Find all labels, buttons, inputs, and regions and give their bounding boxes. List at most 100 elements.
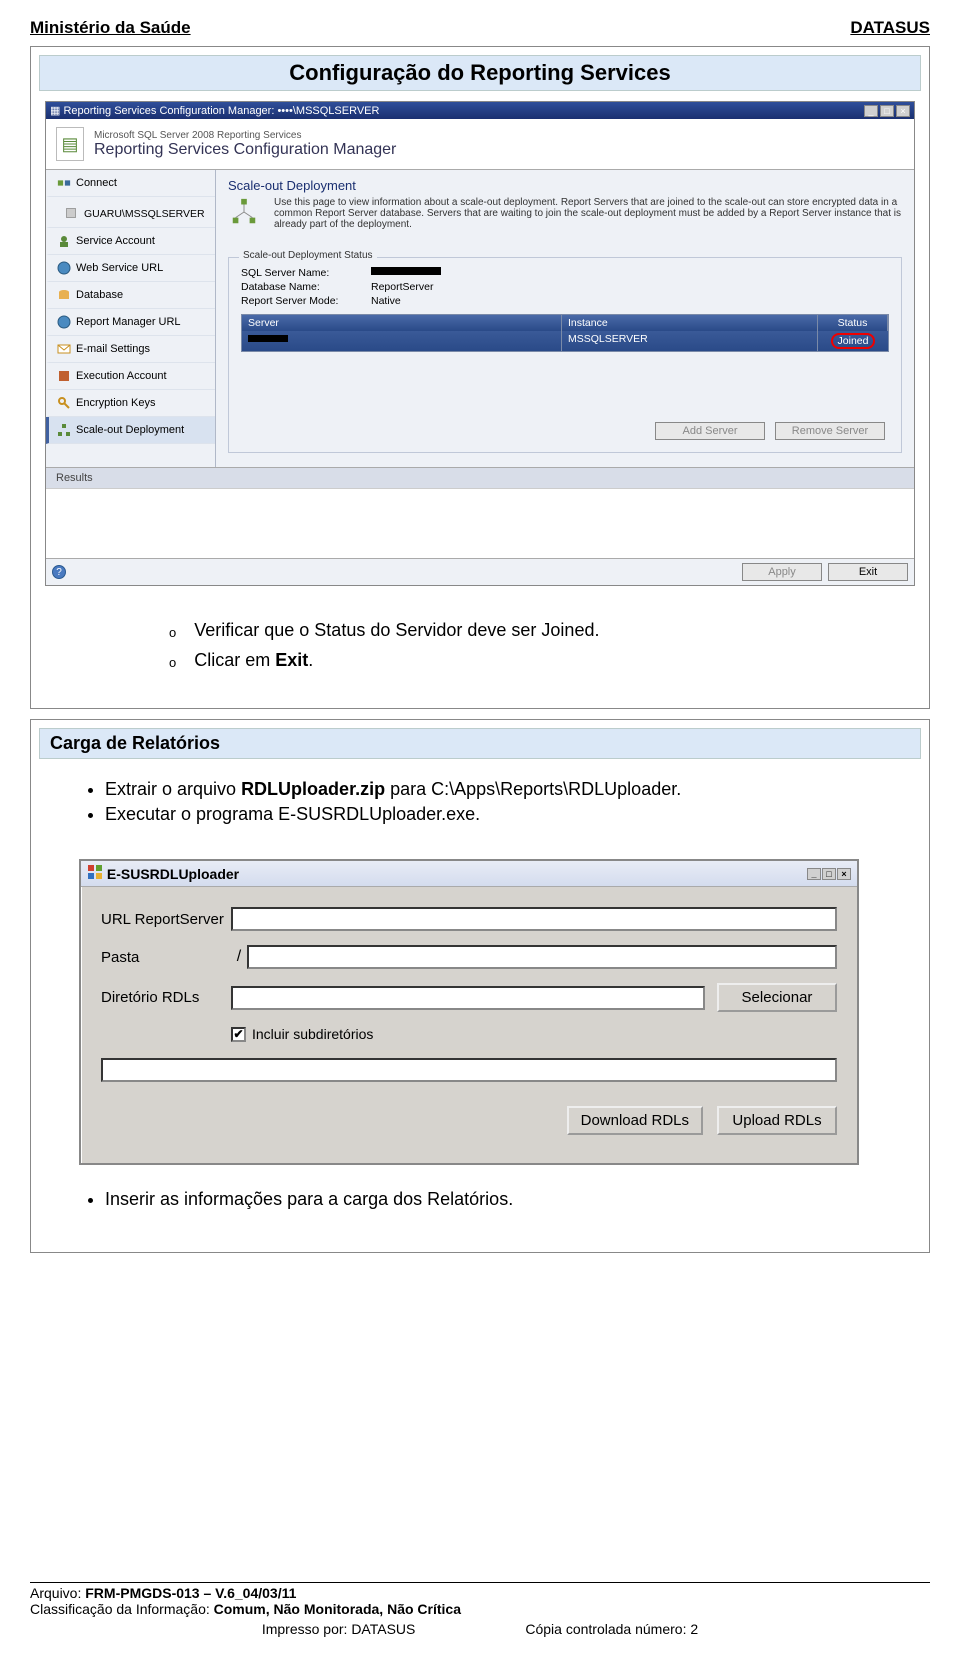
sidebar-instance-label: GUARU\MSSQLSERVER xyxy=(84,208,205,220)
sidebar-item-execution-account[interactable]: Execution Account xyxy=(46,363,215,390)
content-frame-2: Carga de Relatórios Extrair o arquivo RD… xyxy=(30,719,930,1253)
bullet-icon: o xyxy=(169,620,176,646)
apply-button[interactable]: Apply xyxy=(742,563,822,581)
td-server-redacted xyxy=(248,335,288,342)
page-footer: Arquivo: FRM-PMGDS-013 – V.6_04/03/11 Cl… xyxy=(30,1582,930,1637)
uploader-title: E-SUSRDLUploader xyxy=(107,866,239,882)
rs-main-desc: Use this page to view information about … xyxy=(268,197,902,241)
instr2b: Executar o programa E-SUSRDLUploader.exe… xyxy=(105,804,901,825)
sidebar-connect-label: Connect xyxy=(76,177,117,189)
rs-window-title: Reporting Services Configuration Manager… xyxy=(63,105,379,117)
sidebar-item-service-account[interactable]: Service Account xyxy=(46,228,215,255)
status-v2: ReportServer xyxy=(371,281,433,293)
sidebar-item-web-service-url[interactable]: Web Service URL xyxy=(46,255,215,282)
rs-main-title: Scale-out Deployment xyxy=(228,178,902,193)
nav-label-3: Report Manager URL xyxy=(76,316,181,328)
content-frame-1: Configuração do Reporting Services ▦ Rep… xyxy=(30,46,930,709)
sidebar-item-email-settings[interactable]: E-mail Settings xyxy=(46,336,215,363)
nav-label-2: Database xyxy=(76,289,123,301)
rs-results-header: Results xyxy=(46,467,914,488)
table-row[interactable]: MSSQLSERVER Joined xyxy=(242,331,888,351)
nav-label-1: Web Service URL xyxy=(76,262,163,274)
instr3: Inserir as informações para a carga dos … xyxy=(105,1189,901,1210)
tree-icon xyxy=(57,423,71,437)
rs-servers-table: Server Instance Status MSSQLSERVER Joine… xyxy=(241,314,889,352)
td-instance: MSSQLSERVER xyxy=(562,331,818,351)
uploader-window: E-SUSRDLUploader _ □ × URL ReportServer … xyxy=(79,859,859,1165)
uploader-minimize-button[interactable]: _ xyxy=(807,868,821,880)
user-icon xyxy=(57,234,71,248)
rs-sidebar: Connect GUARU\MSSQLSERVER Service Accoun… xyxy=(46,170,216,467)
add-server-button[interactable]: Add Server xyxy=(655,422,765,440)
minimize-button[interactable]: _ xyxy=(864,105,878,117)
bullet-icon: o xyxy=(169,650,176,676)
header-right: DATASUS xyxy=(850,18,930,38)
upload-rdls-button[interactable]: Upload RDLs xyxy=(717,1106,837,1135)
nav-label-0: Service Account xyxy=(76,235,155,247)
footer-printed-by: Impresso por: DATASUS xyxy=(262,1621,416,1637)
help-icon[interactable]: ? xyxy=(52,565,66,579)
connect-icon xyxy=(57,176,71,190)
dir-input[interactable] xyxy=(231,986,705,1010)
account-icon xyxy=(57,369,71,383)
rs-header-sub2: Reporting Services Configuration Manager xyxy=(94,141,396,159)
th-status: Status xyxy=(818,315,888,331)
scaleout-graphic-icon xyxy=(228,197,260,227)
pasta-input[interactable] xyxy=(247,945,837,969)
status-k3: Report Server Mode: xyxy=(241,295,371,307)
key-icon xyxy=(57,396,71,410)
instr2a: Extrair o arquivo RDLUploader.zip para C… xyxy=(105,779,901,800)
rs-header-icon: ▤ xyxy=(56,127,84,161)
progress-bar xyxy=(101,1058,837,1082)
header-left: Ministério da Saúde xyxy=(30,18,191,38)
sidebar-instance[interactable]: GUARU\MSSQLSERVER xyxy=(46,201,215,228)
rs-header-sub1: Microsoft SQL Server 2008 Reporting Serv… xyxy=(94,130,396,141)
maximize-button[interactable]: □ xyxy=(880,105,894,117)
globe-icon xyxy=(57,261,71,275)
footer-copy-number: Cópia controlada número: 2 xyxy=(525,1621,698,1637)
section1-title: Configuração do Reporting Services xyxy=(39,55,921,91)
td-status-joined: Joined xyxy=(831,333,876,349)
select-button[interactable]: Selecionar xyxy=(717,983,837,1012)
uploader-maximize-button[interactable]: □ xyxy=(822,868,836,880)
url-label: URL ReportServer xyxy=(101,911,231,928)
nav-label-5: Execution Account xyxy=(76,370,167,382)
sidebar-item-report-manager-url[interactable]: Report Manager URL xyxy=(46,309,215,336)
rs-results-pane xyxy=(46,488,914,558)
sidebar-connect[interactable]: Connect xyxy=(46,170,215,197)
close-button[interactable]: × xyxy=(896,105,910,117)
globe-icon xyxy=(57,315,71,329)
sidebar-item-encryption-keys[interactable]: Encryption Keys xyxy=(46,390,215,417)
mail-icon xyxy=(57,342,71,356)
nav-label-7: Scale-out Deployment xyxy=(76,424,184,436)
nav-label-6: Encryption Keys xyxy=(76,397,155,409)
url-input[interactable] xyxy=(231,907,837,931)
section2-title: Carga de Relatórios xyxy=(39,728,921,759)
download-rdls-button[interactable]: Download RDLs xyxy=(567,1106,703,1135)
rs-fieldset-legend: Scale-out Deployment Status xyxy=(239,250,377,261)
database-icon xyxy=(57,288,71,302)
exit-button[interactable]: Exit xyxy=(828,563,908,581)
status-v1-redacted xyxy=(371,267,441,275)
include-subdirs-label: Incluir subdiretórios xyxy=(252,1026,373,1042)
include-subdirs-checkbox[interactable]: ✔ xyxy=(231,1027,246,1042)
status-k2: Database Name: xyxy=(241,281,371,293)
server-icon xyxy=(65,207,79,221)
uploader-close-button[interactable]: × xyxy=(837,868,851,880)
pasta-label: Pasta xyxy=(101,949,231,966)
rs-window-titlebar: ▦ Reporting Services Configuration Manag… xyxy=(46,102,914,119)
instr1b: Clicar em Exit. xyxy=(194,650,313,676)
status-v3: Native xyxy=(371,295,401,307)
dir-label: Diretório RDLs xyxy=(101,989,231,1006)
rs-config-window: ▦ Reporting Services Configuration Manag… xyxy=(45,101,915,586)
sidebar-item-database[interactable]: Database xyxy=(46,282,215,309)
sidebar-item-scale-out[interactable]: Scale-out Deployment xyxy=(46,417,215,444)
status-k1: SQL Server Name: xyxy=(241,267,371,279)
nav-label-4: E-mail Settings xyxy=(76,343,150,355)
remove-server-button[interactable]: Remove Server xyxy=(775,422,885,440)
th-instance: Instance xyxy=(562,315,818,331)
rs-app-icon: ▦ xyxy=(50,104,63,117)
uploader-app-icon xyxy=(87,864,103,883)
th-server: Server xyxy=(242,315,562,331)
instr1a: Verificar que o Status do Servidor deve … xyxy=(194,620,599,646)
